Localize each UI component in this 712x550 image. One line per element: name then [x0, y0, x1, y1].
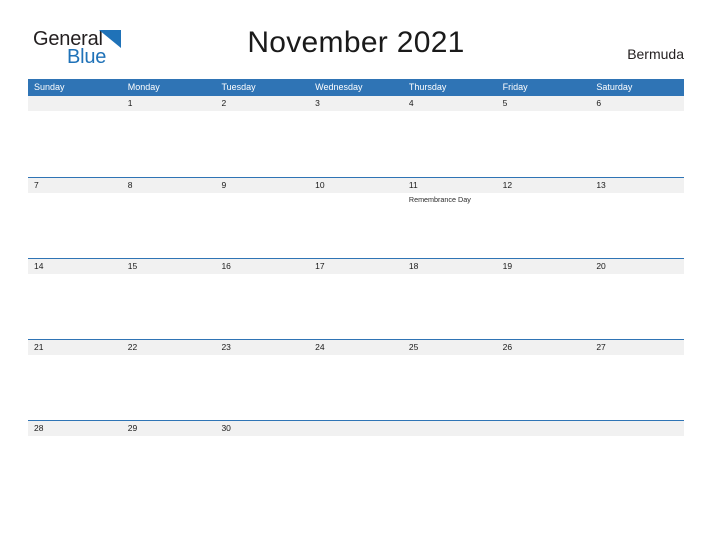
day-content-cell: [403, 111, 497, 175]
day-number-cell[interactable]: 23: [215, 340, 309, 355]
day-content-cell: [28, 111, 122, 175]
day-content-cell: [215, 436, 309, 500]
weekday-header-friday: Friday: [502, 82, 528, 92]
day-number-cell[interactable]: 10: [309, 178, 403, 193]
day-number-cell[interactable]: 5: [497, 96, 591, 111]
day-number-cell[interactable]: 1: [122, 96, 216, 111]
day-number-cell[interactable]: 24: [309, 340, 403, 355]
day-number-cell[interactable]: 13: [590, 178, 684, 193]
weekday-header-saturday: Saturday: [596, 82, 633, 92]
day-number-cell[interactable]: 9: [215, 178, 309, 193]
day-content-cell: [122, 274, 216, 338]
calendar-weeks: 1 2 3 4 5 6 7 8 9 10 11 12 13 Remembrance Day 14 15 16 17…: [28, 96, 684, 501]
day-number-cell[interactable]: 30: [215, 421, 309, 436]
calendar-week-row: 28 29 30: [28, 420, 684, 501]
day-number-cell[interactable]: 12: [497, 178, 591, 193]
day-content-cell: [497, 111, 591, 175]
day-content-cell: [590, 111, 684, 175]
date-number-band: 123456: [28, 96, 684, 111]
day-number-cell[interactable]: 25: [403, 340, 497, 355]
day-content-cell: [497, 193, 591, 257]
calendar-page: General Blue November 2021 Bermuda Sunda…: [0, 0, 712, 550]
day-number-cell[interactable]: 17: [309, 259, 403, 274]
day-content-cell: [28, 193, 122, 257]
day-content-cell: [215, 355, 309, 419]
day-number-cell[interactable]: 27: [590, 340, 684, 355]
day-content-cell: [309, 355, 403, 419]
country-label: Bermuda: [627, 46, 684, 62]
day-content-cell: [215, 111, 309, 175]
day-empty-cell: [28, 96, 122, 111]
day-number-cell[interactable]: 11: [403, 178, 497, 193]
day-empty-cell: [497, 421, 591, 436]
day-number-cell[interactable]: 19: [497, 259, 591, 274]
day-number-cell[interactable]: 18: [403, 259, 497, 274]
day-number-cell[interactable]: 3: [309, 96, 403, 111]
day-number-cell[interactable]: 14: [28, 259, 122, 274]
day-content-cell: [497, 436, 591, 500]
calendar-week-row: 14 15 16 17 18 19 20: [28, 258, 684, 339]
day-content-cell: [497, 274, 591, 338]
page-header: General Blue November 2021 Bermuda: [0, 26, 712, 74]
day-number-cell[interactable]: 21: [28, 340, 122, 355]
day-content-cell: [122, 436, 216, 500]
calendar-week-row: 123456: [28, 96, 684, 177]
day-content-cell: [122, 193, 216, 257]
day-content-cell: [590, 274, 684, 338]
event-band: [28, 436, 684, 500]
day-number-cell[interactable]: 4: [403, 96, 497, 111]
date-number-band: 14 15 16 17 18 19 20: [28, 259, 684, 274]
event-band: [28, 355, 684, 419]
weekday-header-tuesday: Tuesday: [221, 82, 256, 92]
day-number-cell[interactable]: 29: [122, 421, 216, 436]
date-number-band: 21 22 23 24 25 26 27: [28, 340, 684, 355]
day-content-cell: [28, 274, 122, 338]
day-content-cell: [590, 355, 684, 419]
day-number-cell[interactable]: 22: [122, 340, 216, 355]
day-number-cell[interactable]: 28: [28, 421, 122, 436]
day-content-cell: [215, 274, 309, 338]
day-content-cell: [28, 436, 122, 500]
day-number-cell[interactable]: 6: [590, 96, 684, 111]
day-content-cell: [309, 193, 403, 257]
weekday-header-monday: Monday: [127, 82, 160, 92]
day-content-cell: [403, 436, 497, 500]
day-content-cell: [497, 355, 591, 419]
day-number-cell[interactable]: 20: [590, 259, 684, 274]
day-content-cell: [28, 355, 122, 419]
day-content-cell: [309, 274, 403, 338]
calendar-week-row: 7 8 9 10 11 12 13 Remembrance Day: [28, 177, 684, 258]
day-number-cell[interactable]: 8: [122, 178, 216, 193]
day-content-cell: [403, 274, 497, 338]
holiday-event-label[interactable]: Remembrance Day: [403, 193, 497, 257]
day-content-cell: [122, 355, 216, 419]
day-content-cell: [403, 355, 497, 419]
day-number-cell[interactable]: 16: [215, 259, 309, 274]
day-content-cell: [309, 436, 403, 500]
calendar-week-row: 21 22 23 24 25 26 27: [28, 339, 684, 420]
event-band: [28, 111, 684, 175]
day-content-cell: [309, 111, 403, 175]
day-empty-cell: [590, 421, 684, 436]
weekday-header-wednesday: Wednesday: [315, 82, 363, 92]
day-number-cell[interactable]: 2: [215, 96, 309, 111]
day-number-cell[interactable]: 7: [28, 178, 122, 193]
weekday-header-thursday: Thursday: [408, 82, 447, 92]
day-content-cell: [122, 111, 216, 175]
date-number-band: 28 29 30: [28, 421, 684, 436]
day-content-cell: [590, 436, 684, 500]
day-empty-cell: [309, 421, 403, 436]
weekday-header-sunday: Sunday: [34, 82, 65, 92]
event-band: Remembrance Day: [28, 193, 684, 257]
day-number-cell[interactable]: 26: [497, 340, 591, 355]
calendar-grid: Sunday Monday Tuesday Wednesday Thursday Frid…: [28, 79, 684, 501]
weekday-header-row: Sunday Monday Tuesday Wednesday Thursday Frid…: [28, 79, 684, 96]
day-empty-cell: [403, 421, 497, 436]
date-number-band: 7 8 9 10 11 12 13: [28, 178, 684, 193]
day-content-cell: [590, 193, 684, 257]
day-number-cell[interactable]: 15: [122, 259, 216, 274]
event-band: [28, 274, 684, 338]
day-content-cell: [215, 193, 309, 257]
page-title: November 2021: [247, 26, 465, 59]
